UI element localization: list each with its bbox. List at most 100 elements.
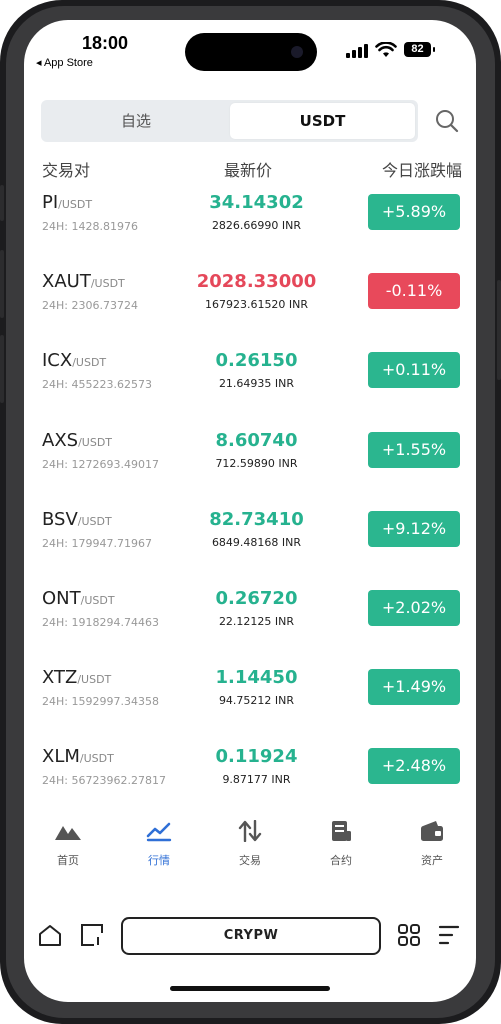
change-badge[interactable]: +0.11% — [368, 352, 460, 388]
market-segment-control: 自选 USDT — [41, 100, 418, 142]
chart-trend-icon — [146, 822, 172, 842]
screen: 18:00 ◂ App Store 82 自选 USDT 交易对 最新价 今日涨… — [24, 20, 476, 1002]
market-row[interactable]: XAUT/USDT 24H: 2306.73724 2028.33000 167923… — [24, 271, 476, 341]
change-badge[interactable]: -0.11% — [368, 273, 460, 309]
quote-symbol: /USDT — [80, 594, 115, 607]
side-button-power — [497, 280, 501, 380]
market-row[interactable]: ONT/USDT 24H: 1918294.74463 0.26720 22.1212… — [24, 588, 476, 658]
change-badge[interactable]: +1.49% — [368, 669, 460, 705]
volume-24h: 24H: 2306.73724 — [42, 299, 138, 312]
battery-icon: 82 — [404, 42, 435, 57]
camera-icon — [291, 46, 303, 58]
pair-symbol: XTZ/USDT — [42, 667, 111, 688]
signal-icon — [346, 44, 368, 58]
base-symbol: ONT — [42, 588, 81, 609]
quote-symbol: /USDT — [58, 198, 93, 211]
quote-symbol: /USDT — [77, 673, 112, 686]
url-bar[interactable]: CRYPW — [121, 917, 381, 955]
base-symbol: XTZ — [42, 667, 78, 688]
last-price: 8.60740 — [215, 430, 298, 451]
segment-usdt[interactable]: USDT — [230, 103, 415, 139]
volume-24h: 24H: 1592997.34358 — [42, 695, 159, 708]
tab-home-label: 首页 — [57, 854, 79, 867]
fiat-price: 167923.61520 INR — [204, 298, 309, 311]
change-badge[interactable]: +2.48% — [368, 748, 460, 784]
wifi-icon — [375, 42, 397, 57]
grid-menu-icon[interactable] — [398, 924, 420, 946]
tab-assets[interactable]: 资产 — [397, 820, 467, 868]
side-button-mute — [0, 185, 4, 221]
status-bar: 18:00 ◂ App Store 82 — [24, 20, 476, 80]
tab-contract-label: 合约 — [330, 854, 352, 867]
fiat-price: 22.12125 INR — [218, 615, 295, 628]
tab-assets-label: 资产 — [421, 854, 443, 867]
tabs-icon[interactable] — [80, 923, 104, 947]
market-row[interactable]: XLM/USDT 24H: 56723962.27817 0.11924 9.8717… — [24, 746, 476, 816]
tab-market[interactable]: 行情 — [124, 820, 194, 868]
change-badge[interactable]: +5.89% — [368, 194, 460, 230]
wallet-icon — [421, 821, 443, 841]
volume-24h: 24H: 179947.71967 — [42, 537, 152, 550]
quote-symbol: /USDT — [72, 356, 107, 369]
fiat-price: 94.75212 INR — [218, 694, 295, 707]
home-indicator — [170, 986, 330, 991]
side-button-volume-down — [0, 335, 4, 403]
base-symbol: PI — [42, 192, 59, 213]
quote-symbol: /USDT — [90, 277, 125, 290]
back-to-app-store[interactable]: ◂ App Store — [36, 56, 93, 69]
base-symbol: AXS — [42, 430, 79, 451]
last-price: 0.11924 — [215, 746, 298, 767]
header-pair: 交易对 — [42, 161, 91, 180]
list-menu-icon[interactable] — [438, 925, 460, 945]
fiat-price: 712.59890 INR — [215, 457, 298, 470]
search-icon[interactable] — [434, 108, 460, 134]
pair-symbol: AXS/USDT — [42, 430, 112, 451]
volume-24h: 24H: 1918294.74463 — [42, 616, 159, 629]
last-price: 2028.33000 — [196, 271, 317, 292]
base-symbol: XLM — [42, 746, 80, 767]
last-price: 0.26150 — [215, 350, 298, 371]
quote-symbol: /USDT — [78, 436, 113, 449]
market-row[interactable]: BSV/USDT 24H: 179947.71967 82.73410 6849.48… — [24, 509, 476, 579]
pair-symbol: PI/USDT — [42, 192, 92, 213]
status-time: 18:00 — [82, 33, 129, 53]
volume-24h: 24H: 1428.81976 — [42, 220, 138, 233]
tab-trade[interactable]: 交易 — [215, 820, 285, 868]
base-symbol: ICX — [42, 350, 73, 371]
market-row[interactable]: XTZ/USDT 24H: 1592997.34358 1.14450 94.7521… — [24, 667, 476, 737]
fiat-price: 21.64935 INR — [218, 377, 295, 390]
market-row[interactable]: PI/USDT 24H: 1428.81976 34.14302 2826.66990… — [24, 192, 476, 262]
last-price: 34.14302 — [209, 192, 304, 213]
browser-toolbar: CRYPW — [24, 910, 476, 964]
last-price: 82.73410 — [209, 509, 304, 530]
contract-doc-icon — [332, 821, 351, 841]
base-symbol: XAUT — [42, 271, 91, 292]
tab-contract[interactable]: 合约 — [306, 820, 376, 868]
market-row[interactable]: AXS/USDT 24H: 1272693.49017 8.60740 712.598… — [24, 430, 476, 500]
dynamic-island — [185, 33, 317, 71]
segment-favorites[interactable]: 自选 — [41, 103, 231, 139]
tab-home[interactable]: 首页 — [33, 820, 103, 868]
header-change: 今日涨跌幅 — [381, 161, 462, 180]
base-symbol: BSV — [42, 509, 78, 530]
change-badge[interactable]: +9.12% — [368, 511, 460, 547]
pair-symbol: XAUT/USDT — [42, 271, 125, 292]
column-headers: 交易对 最新价 今日涨跌幅 — [42, 157, 462, 181]
home-icon[interactable] — [38, 924, 62, 946]
pair-symbol: ONT/USDT — [42, 588, 115, 609]
pair-symbol: XLM/USDT — [42, 746, 114, 767]
tab-market-label: 行情 — [148, 854, 170, 867]
mountains-icon — [55, 826, 81, 840]
fiat-price: 6849.48168 INR — [211, 536, 302, 549]
last-price: 1.14450 — [215, 667, 298, 688]
pair-symbol: ICX/USDT — [42, 350, 106, 371]
market-row[interactable]: ICX/USDT 24H: 455223.62573 0.26150 21.64935… — [24, 350, 476, 420]
side-button-volume-up — [0, 250, 4, 318]
change-badge[interactable]: +1.55% — [368, 432, 460, 468]
header-price: 最新价 — [224, 161, 273, 180]
transfer-arrows-icon — [238, 820, 262, 842]
change-badge[interactable]: +2.02% — [368, 590, 460, 626]
volume-24h: 24H: 56723962.27817 — [42, 774, 166, 787]
volume-24h: 24H: 1272693.49017 — [42, 458, 159, 471]
quote-symbol: /USDT — [79, 752, 114, 765]
